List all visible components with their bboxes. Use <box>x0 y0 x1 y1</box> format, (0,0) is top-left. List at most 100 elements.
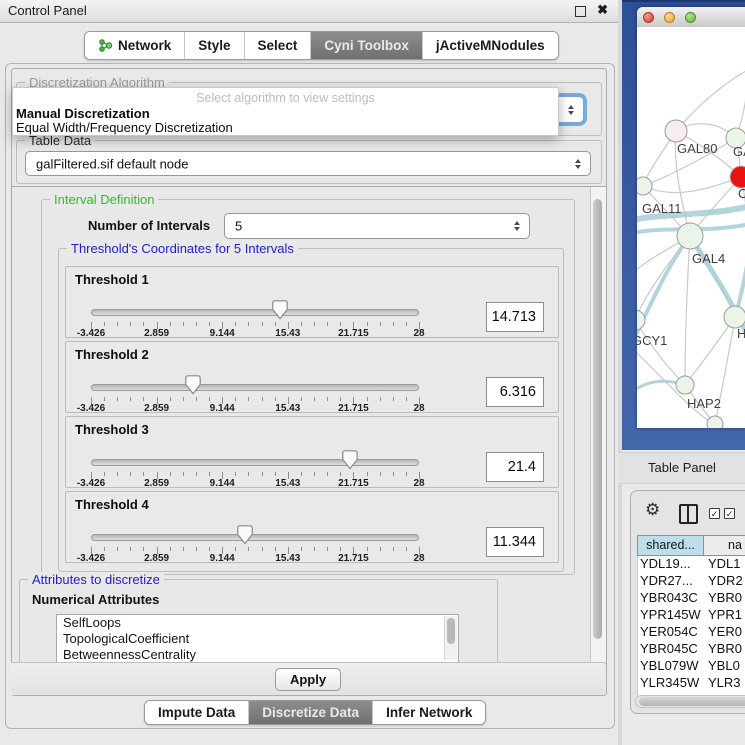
apply-button[interactable]: Apply <box>275 668 341 691</box>
cell-shared-name[interactable]: YBR045C <box>640 641 704 656</box>
cell-shared-name[interactable]: YPR145W <box>640 607 704 622</box>
minimize-traffic-light[interactable] <box>664 12 675 23</box>
network-node-pink[interactable] <box>665 120 687 142</box>
scrollbar-thumb[interactable] <box>447 618 455 644</box>
network-node-green[interactable] <box>676 376 694 394</box>
column-layout-icon[interactable] <box>679 504 698 524</box>
minor-tick <box>130 322 131 326</box>
table-row[interactable]: YBL079W YBL0 <box>638 658 745 675</box>
table-row[interactable]: YER054C YER0 <box>638 624 745 641</box>
tab-network[interactable]: Network <box>85 32 185 59</box>
slider-thumb[interactable] <box>272 300 288 320</box>
cell-name[interactable]: YBR0 <box>708 590 745 605</box>
table-row[interactable]: YBR043C YBR0 <box>638 590 745 607</box>
dropdown-item-manual-discretization[interactable]: Manual Discretization <box>16 106 150 121</box>
minor-tick <box>130 472 131 476</box>
cell-name[interactable]: YDL1 <box>708 556 745 571</box>
zoom-traffic-light[interactable] <box>685 12 696 23</box>
tab-select[interactable]: Select <box>245 32 312 59</box>
network-edge[interactable] <box>637 320 685 385</box>
network-edge[interactable] <box>676 69 745 131</box>
network-canvas[interactable]: GAL80GACGAL11GAL4GCY1HHAP2 <box>637 27 745 428</box>
table-rows[interactable]: YDL19... YDL1 YDR27... YDR2 YBR043C YBR0 YPR14… <box>637 556 745 696</box>
cell-shared-name[interactable]: YBL079W <box>640 658 704 673</box>
scrollbar-thumb[interactable] <box>639 697 745 706</box>
numerical-attributes-list[interactable]: SelfLoopsTopologicalCoefficientBetweenne… <box>56 614 459 664</box>
minor-tick <box>314 397 315 401</box>
dropdown-prompt-item[interactable]: Select algorithm to view settings <box>13 91 558 105</box>
threshold-value-field[interactable]: 6.316 <box>486 377 544 407</box>
threshold-label: Threshold 4 <box>75 497 149 512</box>
slider-track[interactable] <box>91 384 419 391</box>
minor-tick <box>262 472 263 476</box>
close-icon[interactable]: ✖ <box>597 2 608 18</box>
float-window-icon[interactable] <box>575 6 586 17</box>
network-node-green[interactable] <box>724 306 745 328</box>
table-row[interactable]: YLR345W YLR3 <box>638 675 745 692</box>
cell-name[interactable]: YDR2 <box>708 573 745 588</box>
threshold-value-field[interactable]: 11.344 <box>486 527 544 557</box>
column-header-shared-name[interactable]: shared... <box>637 535 704 556</box>
table-row[interactable]: YBR045C YBR0 <box>638 641 745 658</box>
attribute-list-item[interactable]: SelfLoops <box>57 615 458 631</box>
network-edge[interactable] <box>685 236 690 385</box>
tick-label: 15.43 <box>275 553 300 564</box>
cell-name[interactable]: YBR0 <box>708 641 745 656</box>
number-of-intervals-select[interactable]: 5 <box>224 213 530 239</box>
threshold-value-field[interactable]: 14.713 <box>486 302 544 332</box>
tick-label: 2.859 <box>144 328 169 339</box>
cell-name[interactable]: YER0 <box>708 624 745 639</box>
tab-infer-network[interactable]: Infer Network <box>373 701 485 724</box>
table-data-select[interactable]: galFiltered.sif default node <box>25 151 591 176</box>
attributes-list-scrollbar[interactable] <box>444 616 457 660</box>
minor-tick <box>183 397 184 401</box>
cell-shared-name[interactable]: YBR043C <box>640 590 704 605</box>
table-row[interactable]: YDL19... YDL1 <box>638 556 745 573</box>
cell-name[interactable]: YBL0 <box>708 658 745 673</box>
column-header-name[interactable]: na <box>703 535 745 556</box>
scrollbar-thumb[interactable] <box>593 199 602 639</box>
cell-shared-name[interactable]: YDR27... <box>640 573 704 588</box>
cell-name[interactable]: YPR1 <box>708 607 745 622</box>
slider-track[interactable] <box>91 459 419 466</box>
cell-shared-name[interactable]: YER054C <box>640 624 704 639</box>
network-node-green[interactable] <box>637 310 645 330</box>
tab-discretize-data[interactable]: Discretize Data <box>249 701 373 724</box>
cell-name[interactable]: YLR3 <box>708 675 745 690</box>
cell-shared-name[interactable]: YLR345W <box>640 675 704 690</box>
table-row[interactable]: YPR145W YPR1 <box>638 607 745 624</box>
network-node-green[interactable] <box>707 416 723 428</box>
dropdown-item-equal-width[interactable]: Equal Width/Frequency Discretization <box>16 120 233 135</box>
tab-jactivemnodules[interactable]: jActiveMNodules <box>423 32 558 59</box>
slider-track[interactable] <box>91 309 419 316</box>
minor-tick <box>196 472 197 476</box>
table-row[interactable]: YDR27... YDR2 <box>638 573 745 590</box>
attributes-groupbox: Attributes to discretize Numerical Attri… <box>19 579 498 664</box>
network-node-green[interactable] <box>637 177 652 195</box>
threshold-value-field[interactable]: 21.4 <box>486 452 544 482</box>
application-window: Control Panel ✖ Network Style Select Cyn… <box>0 0 745 745</box>
tab-style[interactable]: Style <box>185 32 244 59</box>
cell-shared-name[interactable]: YDL19... <box>640 556 704 571</box>
slider-thumb[interactable] <box>185 375 201 395</box>
gear-icon[interactable]: ⚙ <box>645 500 660 520</box>
attribute-list-item[interactable]: TopologicalCoefficient <box>57 631 458 647</box>
minor-tick <box>143 322 144 326</box>
slider-thumb[interactable] <box>237 525 253 545</box>
tab-cyni-toolbox[interactable]: Cyni Toolbox <box>311 32 423 59</box>
network-node-green[interactable] <box>677 223 703 249</box>
network-edge[interactable] <box>643 177 741 193</box>
network-edge[interactable] <box>685 317 735 385</box>
settings-vertical-scrollbar[interactable] <box>590 187 606 663</box>
interval-definition-title: Interval Definition <box>50 192 158 207</box>
attribute-list-item[interactable]: BetweennessCentrality <box>57 647 458 663</box>
close-traffic-light[interactable] <box>643 12 654 23</box>
checkbox-icon[interactable]: ✓ <box>709 508 720 519</box>
tab-impute-data[interactable]: Impute Data <box>145 701 249 724</box>
tick-label: -3.426 <box>77 403 105 414</box>
slider-thumb[interactable] <box>342 450 358 470</box>
tab-impute-data-label: Impute Data <box>158 702 235 723</box>
slider-track[interactable] <box>91 534 419 541</box>
table-horizontal-scrollbar[interactable] <box>635 695 745 708</box>
checkbox-icon[interactable]: ✓ <box>724 508 735 519</box>
